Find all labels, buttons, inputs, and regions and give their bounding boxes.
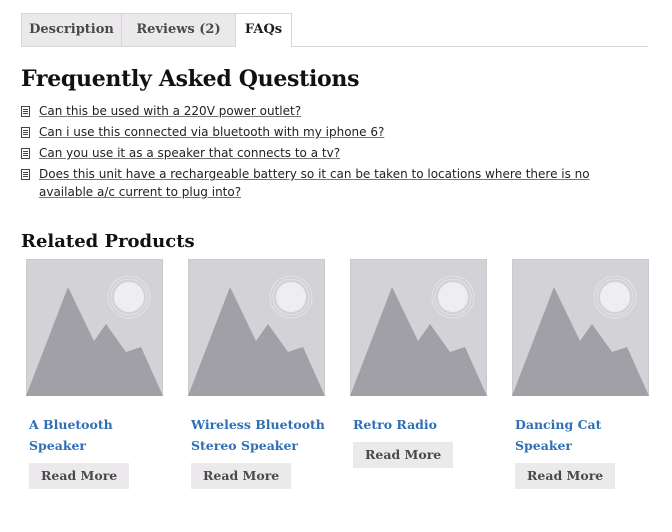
image-placeholder-icon[interactable] (512, 259, 649, 396)
product-tabs: Description Reviews (2) FAQs (21, 13, 648, 47)
read-more-button[interactable]: Read More (515, 463, 616, 489)
faq-item: Can this be used with a 220V power outle… (21, 102, 641, 120)
faq-list: Can this be used with a 220V power outle… (21, 102, 641, 204)
image-placeholder-icon[interactable] (26, 259, 163, 396)
faq-item: Can you use it as a speaker that connect… (21, 144, 641, 162)
read-more-button[interactable]: Read More (353, 442, 454, 468)
product-name-link[interactable]: Dancing Cat Speaker (512, 414, 649, 456)
image-placeholder-icon[interactable] (350, 259, 487, 396)
document-icon (21, 148, 30, 159)
faq-question-link[interactable]: Can you use it as a speaker that connect… (39, 146, 340, 160)
faq-item: Does this unit have a rechargeable batte… (21, 165, 641, 201)
product-card: Retro Radio Read More (350, 259, 487, 468)
product-card: A Bluetooth Speaker Read More (26, 259, 163, 489)
read-more-button[interactable]: Read More (29, 463, 130, 489)
product-card: Dancing Cat Speaker Read More (512, 259, 649, 489)
faq-question-link[interactable]: Can this be used with a 220V power outle… (39, 104, 301, 118)
product-name-link[interactable]: Wireless Bluetooth Stereo Speaker (188, 414, 325, 456)
faq-heading: Frequently Asked Questions (21, 66, 360, 92)
product-name-link[interactable]: Retro Radio (350, 414, 487, 435)
document-icon (21, 127, 30, 138)
related-products-heading: Related Products (21, 231, 195, 252)
tabs-divider (21, 46, 648, 47)
product-name-link[interactable]: A Bluetooth Speaker (26, 414, 163, 456)
faq-question-link[interactable]: Does this unit have a rechargeable batte… (39, 167, 590, 199)
faq-question-link[interactable]: Can i use this connected via bluetooth w… (39, 125, 384, 139)
product-card: Wireless Bluetooth Stereo Speaker Read M… (188, 259, 325, 489)
tab-reviews[interactable]: Reviews (2) (121, 13, 236, 46)
image-placeholder-icon[interactable] (188, 259, 325, 396)
document-icon (21, 106, 30, 117)
read-more-button[interactable]: Read More (191, 463, 292, 489)
document-icon (21, 169, 30, 180)
tab-description[interactable]: Description (21, 13, 122, 46)
tab-faqs[interactable]: FAQs (235, 13, 292, 47)
faq-item: Can i use this connected via bluetooth w… (21, 123, 641, 141)
